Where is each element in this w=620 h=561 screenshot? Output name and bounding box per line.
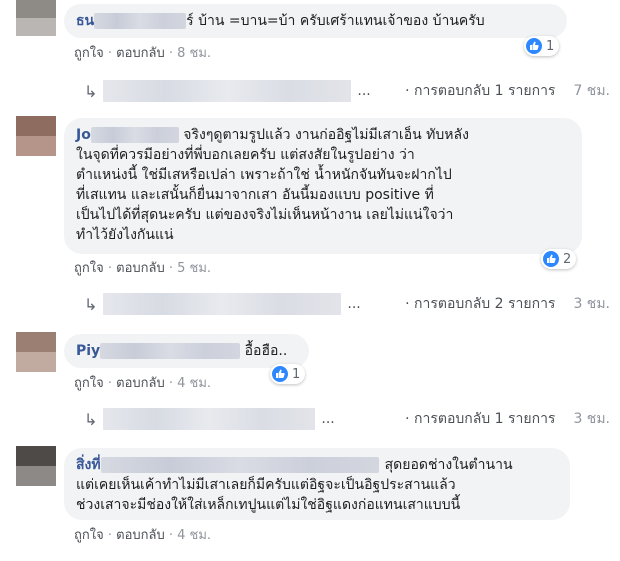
avatar[interactable]: [16, 0, 56, 36]
like-link[interactable]: ถูกใจ: [74, 528, 104, 543]
reply-timestamp: 3 ชม.: [573, 296, 610, 312]
reply-timestamp: 7 ชม.: [573, 83, 610, 99]
avatar[interactable]: [16, 116, 56, 156]
comment-bubble: ธน ร์ บ้าน =บาน=บ้า ครับเศร้าแทนเจ้าของ บ…: [64, 4, 567, 38]
comment-author[interactable]: ธน: [76, 13, 94, 29]
comment-bubble: สิ่งที่ สุดยอดช่างในตำนาน แต่เคยเห็นเค้าท…: [64, 448, 570, 520]
redacted-name: [94, 13, 187, 29]
comment-actions: ถูกใจ · ตอบกลับ · 4 ชม.: [74, 376, 212, 391]
reply-link[interactable]: ตอบกลับ: [116, 46, 165, 61]
reply-count[interactable]: · การตอบกลับ 1 รายการ: [405, 408, 555, 430]
reply-arrow-icon: ↳: [84, 81, 98, 101]
comment-author[interactable]: สิ่งที่: [76, 457, 101, 473]
reply-arrow-icon: ↳: [84, 409, 98, 429]
reply-ellipsis: ...: [321, 411, 335, 427]
comment-author[interactable]: Jo: [76, 127, 91, 143]
view-replies[interactable]: ↳ ... · การตอบกลับ 1 รายการ 7 ชม.: [84, 80, 610, 102]
reaction-count[interactable]: 2: [541, 249, 577, 269]
comment-author[interactable]: Piy: [76, 343, 100, 359]
timestamp[interactable]: 4 ชม.: [177, 376, 211, 391]
reply-count[interactable]: · การตอบกลับ 1 รายการ: [405, 80, 555, 102]
timestamp[interactable]: 4 ชม.: [177, 528, 211, 543]
comment-actions: ถูกใจ · ตอบกลับ · 5 ชม.: [74, 261, 212, 276]
redacted-name: [100, 343, 241, 359]
comment-text: ร์ บ้าน =บาน=บ้า ครับเศร้าแทนเจ้าของ บ้า…: [186, 13, 485, 29]
comment-actions: ถูกใจ · ตอบกลับ · 4 ชม.: [74, 528, 212, 543]
reply-preview-redacted: [103, 408, 316, 430]
reply-link[interactable]: ตอบกลับ: [116, 261, 165, 276]
redacted-name: [90, 127, 179, 143]
reply-ellipsis: ...: [347, 296, 361, 312]
redacted-name: [100, 457, 379, 473]
comment-actions: ถูกใจ · ตอบกลับ · 8 ชม.: [74, 46, 212, 61]
avatar[interactable]: [16, 446, 56, 486]
reaction-count[interactable]: 1: [524, 36, 560, 56]
reply-ellipsis: ...: [357, 83, 371, 99]
like-link[interactable]: ถูกใจ: [74, 46, 104, 61]
thumbs-up-icon: [272, 366, 288, 382]
reaction-count[interactable]: 1: [270, 364, 306, 384]
timestamp[interactable]: 5 ชม.: [177, 261, 211, 276]
reply-preview-redacted: [103, 80, 352, 102]
reply-timestamp: 3 ชม.: [573, 411, 610, 427]
comment-bubble: Jo จริงๆดูตามรูปแล้ว งานก่ออิฐไม่มีเสาเอ…: [64, 118, 582, 254]
reply-link[interactable]: ตอบกลับ: [116, 528, 165, 543]
comment-bubble: Piy อื้อฮือ..: [64, 334, 309, 368]
thumbs-up-icon: [526, 38, 542, 54]
reply-count[interactable]: · การตอบกลับ 2 รายการ: [405, 293, 555, 315]
timestamp[interactable]: 8 ชม.: [177, 46, 211, 61]
reply-link[interactable]: ตอบกลับ: [116, 376, 165, 391]
comment-text: อื้อฮือ..: [244, 343, 288, 359]
view-replies[interactable]: ↳ ... · การตอบกลับ 2 รายการ 3 ชม.: [84, 293, 610, 315]
view-replies[interactable]: ↳ ... · การตอบกลับ 1 รายการ 3 ชม.: [84, 408, 610, 430]
reply-arrow-icon: ↳: [84, 294, 98, 314]
thumbs-up-icon: [543, 251, 559, 267]
reply-preview-redacted: [103, 293, 342, 315]
like-link[interactable]: ถูกใจ: [74, 261, 104, 276]
avatar[interactable]: [16, 332, 56, 372]
like-link[interactable]: ถูกใจ: [74, 376, 104, 391]
